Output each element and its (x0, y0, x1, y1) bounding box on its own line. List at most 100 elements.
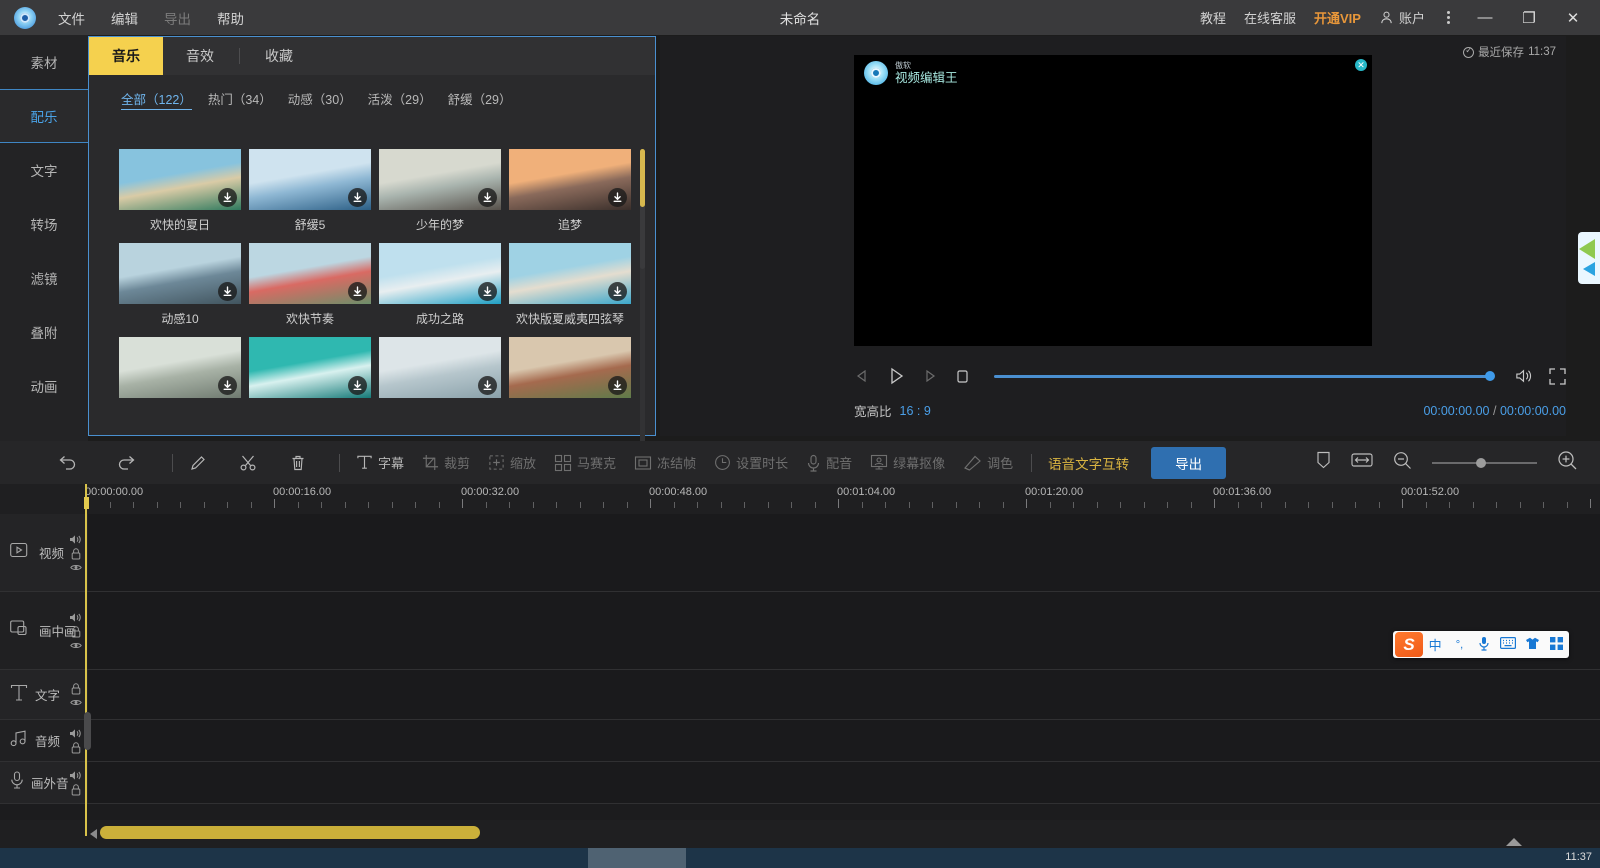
track-header[interactable]: 画外音 (0, 762, 88, 803)
music-item[interactable] (509, 337, 631, 404)
volume-icon[interactable] (69, 534, 82, 545)
speech-text-convert-button[interactable]: 语音文字互转 (1048, 453, 1129, 473)
volume-icon[interactable] (69, 612, 82, 623)
sidebar-item-transition[interactable]: 转场 (0, 197, 88, 251)
track-lane[interactable] (88, 514, 1600, 591)
prev-frame-button[interactable] (854, 368, 870, 384)
lock-icon[interactable] (71, 683, 81, 695)
music-thumbnail[interactable] (509, 149, 631, 210)
track-lane[interactable] (88, 720, 1600, 761)
seek-bar[interactable] (994, 375, 1490, 378)
tab-sound-effects[interactable]: 音效 (163, 37, 237, 75)
lock-icon[interactable] (71, 784, 81, 796)
close-button[interactable]: ✕ (1560, 9, 1586, 27)
chip-hot[interactable]: 热门（34） (208, 89, 272, 110)
timeline-track[interactable]: 视频 (0, 514, 1600, 592)
music-thumbnail[interactable] (509, 337, 631, 398)
keyboard-icon[interactable] (1496, 637, 1520, 652)
music-thumbnail[interactable] (249, 337, 371, 398)
music-item[interactable]: 欢快的夏日 (119, 149, 241, 233)
ime-toolbar[interactable]: S 中 °, (1393, 631, 1569, 658)
track-header[interactable]: 音频 (0, 720, 88, 761)
music-item[interactable]: 动感10 (119, 243, 241, 327)
track-toggles[interactable] (69, 612, 82, 650)
tutorial-link[interactable]: 教程 (1200, 8, 1226, 27)
download-icon[interactable] (218, 188, 237, 207)
volume-icon[interactable] (69, 728, 82, 739)
skin-icon[interactable] (1520, 637, 1544, 653)
timeline-hscroll-thumb[interactable] (100, 826, 480, 839)
chip-dynamic[interactable]: 动感（30） (288, 89, 352, 110)
download-icon[interactable] (348, 188, 367, 207)
download-icon[interactable] (348, 376, 367, 395)
music-thumbnail[interactable] (119, 149, 241, 210)
export-button[interactable]: 导出 (1151, 447, 1226, 479)
subtitle-button[interactable]: 字幕 (356, 453, 404, 472)
music-thumbnail[interactable] (509, 243, 631, 304)
zoom-slider-handle[interactable] (1476, 458, 1486, 468)
tab-favorites[interactable]: 收藏 (242, 37, 316, 75)
timeline-track[interactable]: 画外音 (0, 762, 1600, 804)
split-button[interactable] (239, 454, 257, 472)
timeline-track[interactable]: 画中画 (0, 592, 1600, 670)
music-item[interactable]: 舒缓5 (249, 149, 371, 233)
pencil-button[interactable] (189, 454, 207, 472)
microphone-icon[interactable] (1472, 636, 1496, 654)
chip-all[interactable]: 全部（122） (121, 89, 192, 110)
sidebar-item-filter[interactable]: 滤镜 (0, 251, 88, 305)
music-item[interactable]: 追梦 (509, 149, 631, 233)
timeline-track[interactable]: 音频 (0, 720, 1600, 762)
music-thumbnail[interactable] (119, 337, 241, 398)
account-button[interactable]: 账户 (1379, 8, 1425, 27)
chip-lively[interactable]: 活泼（29） (368, 89, 432, 110)
play-button[interactable] (886, 366, 906, 386)
download-icon[interactable] (608, 188, 627, 207)
eye-icon[interactable] (70, 641, 82, 650)
aspect-ratio-value[interactable]: 16 : 9 (900, 404, 931, 418)
download-icon[interactable] (608, 376, 627, 395)
timeline-zoom-slider[interactable] (1432, 462, 1537, 464)
music-item[interactable] (119, 337, 241, 404)
fullscreen-button[interactable] (1549, 368, 1566, 385)
taskbar-active-window[interactable] (588, 848, 686, 868)
download-icon[interactable] (478, 188, 497, 207)
music-grid[interactable]: 欢快的夏日舒缓5少年的梦追梦动感10欢快节奏成功之路欢快版夏威夷四弦琴 (89, 139, 655, 435)
music-thumbnail[interactable] (249, 243, 371, 304)
zoom-in-icon[interactable] (1557, 450, 1578, 476)
music-thumbnail[interactable] (379, 149, 501, 210)
sidebar-item-music[interactable]: 配乐 (0, 89, 88, 143)
track-lane[interactable] (88, 670, 1600, 719)
ime-mode-toggle[interactable]: 中 (1423, 635, 1447, 654)
track-toggles[interactable] (69, 534, 82, 572)
lock-icon[interactable] (71, 626, 81, 638)
download-icon[interactable] (478, 282, 497, 301)
lock-icon[interactable] (71, 548, 81, 560)
download-icon[interactable] (348, 282, 367, 301)
track-lane[interactable] (88, 592, 1600, 669)
sogou-ime-icon[interactable]: S (1395, 632, 1423, 657)
next-frame-button[interactable] (922, 368, 938, 384)
download-icon[interactable] (218, 376, 237, 395)
sidebar-item-material[interactable]: 素材 (0, 35, 88, 89)
seek-handle[interactable] (1485, 371, 1495, 381)
sidebar-item-text[interactable]: 文字 (0, 143, 88, 197)
music-item[interactable] (379, 337, 501, 404)
eye-icon[interactable] (70, 563, 82, 572)
music-item[interactable] (249, 337, 371, 404)
undo-button[interactable] (58, 454, 78, 472)
video-preview-canvas[interactable]: 傲软 视频编辑王 ✕ (854, 55, 1372, 346)
media-scrollbar-thumb[interactable] (640, 149, 645, 269)
music-thumbnail[interactable] (249, 149, 371, 210)
minimize-button[interactable]: — (1472, 9, 1498, 26)
eye-icon[interactable] (70, 698, 82, 707)
timeline-ruler[interactable]: 00:00:00.0000:00:16.0000:00:32.0000:00:4… (0, 484, 1600, 514)
music-item[interactable]: 少年的梦 (379, 149, 501, 233)
redo-button[interactable] (116, 454, 136, 472)
tray-expand-arrow-icon[interactable] (1506, 838, 1522, 846)
ime-punctuation-toggle[interactable]: °, (1447, 639, 1471, 651)
delete-button[interactable] (289, 454, 307, 472)
track-header[interactable]: 视频 (0, 514, 88, 591)
open-vip-button[interactable]: 开通VIP (1314, 8, 1361, 27)
track-toggles[interactable] (70, 683, 82, 707)
side-drawer-tab[interactable] (1578, 232, 1600, 284)
